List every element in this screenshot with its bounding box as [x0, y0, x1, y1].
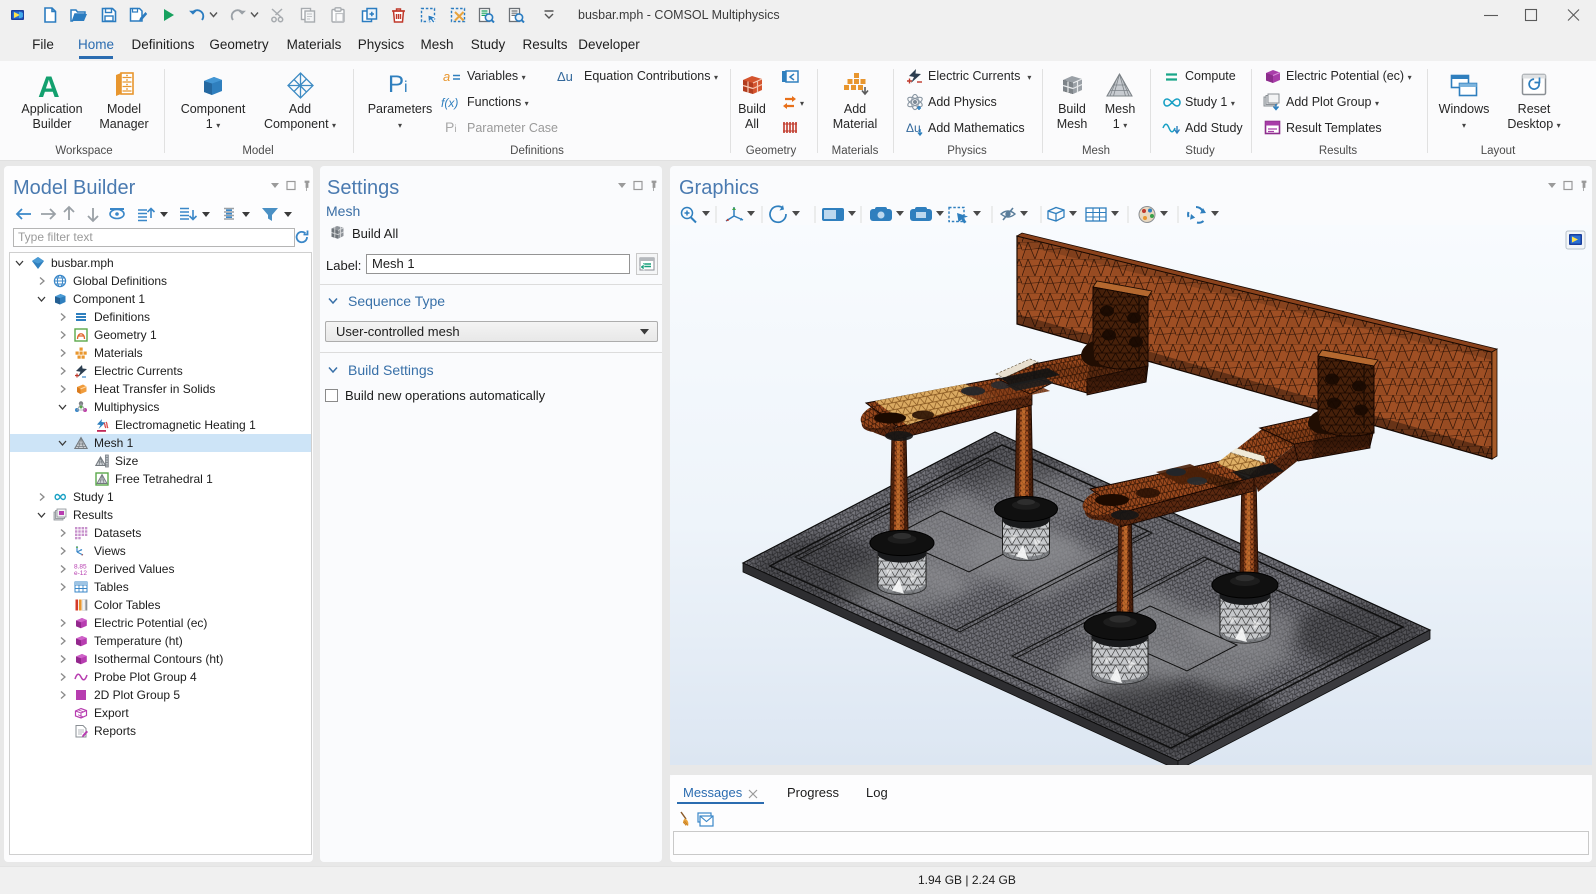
svg-text:f(x): f(x): [441, 96, 458, 110]
svg-text:Δu: Δu: [557, 69, 573, 84]
svg-text:e-12: e-12: [74, 570, 87, 576]
svg-text:a: a: [443, 70, 450, 84]
